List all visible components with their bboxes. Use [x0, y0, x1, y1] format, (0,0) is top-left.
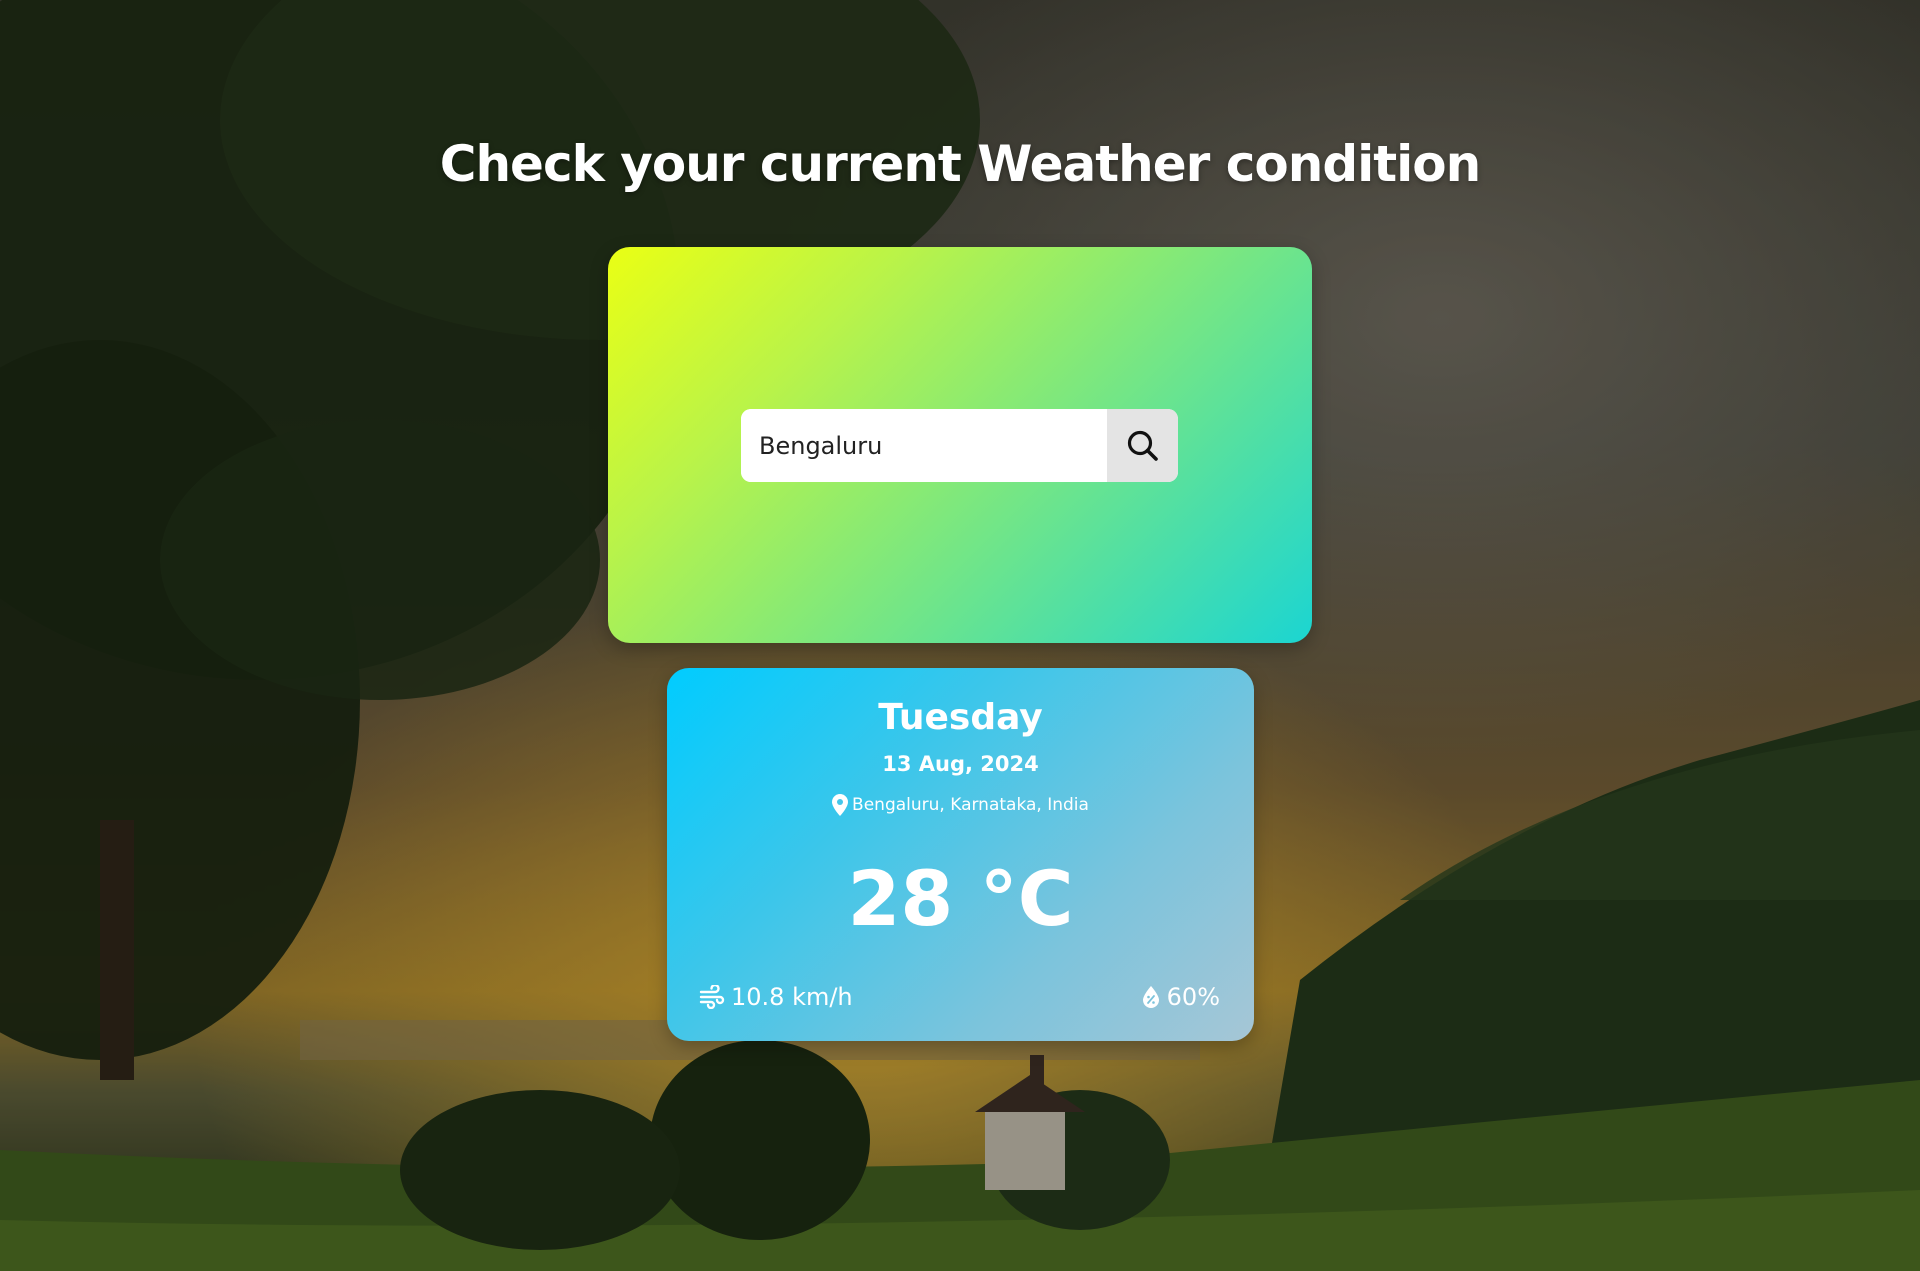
search-button[interactable]: [1107, 409, 1178, 482]
search-card: [608, 247, 1312, 643]
weather-location: Bengaluru, Karnataka, India: [667, 793, 1254, 817]
weather-wind-value: 10.8 km/h: [731, 983, 853, 1011]
weather-day: Tuesday: [878, 697, 1043, 738]
weather-humidity-value: 60%: [1166, 983, 1220, 1011]
weather-location-text: Bengaluru, Karnataka, India: [852, 795, 1089, 815]
weather-wind: 10.8 km/h: [699, 982, 853, 1012]
search-icon: [1125, 428, 1161, 464]
search-bar: [741, 409, 1178, 482]
weather-temperature: 28 °C: [847, 854, 1074, 943]
humidity-drop-icon: [1141, 985, 1161, 1009]
weather-humidity: 60%: [1141, 982, 1220, 1012]
weather-app-page: Check your current Weather condition Tue…: [0, 0, 1920, 1271]
weather-card: Tuesday 13 Aug, 2024 Bengaluru, Karnatak…: [667, 668, 1254, 1041]
map-pin-icon: [832, 794, 849, 816]
city-search-input[interactable]: [741, 409, 1107, 482]
wind-icon: [699, 985, 725, 1009]
weather-date: 13 Aug, 2024: [882, 752, 1039, 776]
page-title: Check your current Weather condition: [439, 135, 1481, 193]
